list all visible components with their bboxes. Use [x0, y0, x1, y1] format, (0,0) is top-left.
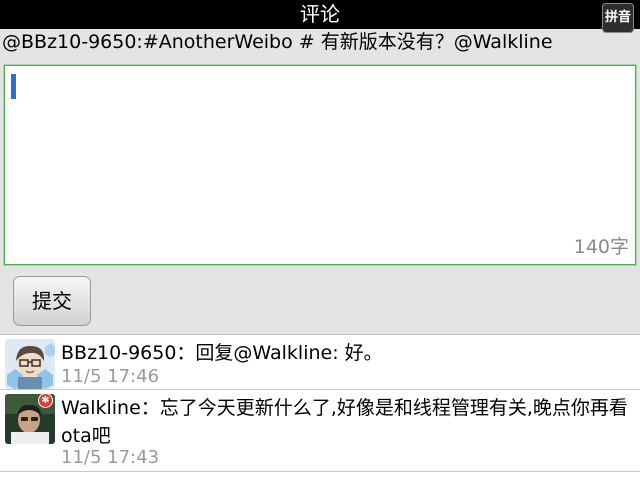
comment-text: Walkline：忘了今天更新什么了,好像是和线程管理有关,晚点你再看ota吧	[61, 397, 628, 447]
submit-button[interactable]: 提交	[13, 276, 91, 326]
list-item[interactable]: BBz10-9650：回复@Walkline: 好。 11/5 17:46	[0, 335, 640, 390]
title-bar: 评论	[0, 0, 640, 29]
pinyin-ime-button[interactable]: 拼音	[602, 3, 634, 33]
list-item[interactable]: ✱ Walkline：忘了今天更新什么了,好像是和线程管理有关,晚点你再看ota…	[0, 390, 640, 472]
comment-time: 11/5 17:46	[61, 366, 160, 387]
reply-context: @BBz10-9650:#AnotherWeibo # 有新版本没有？@Walk…	[2, 31, 553, 53]
comment-time: 11/5 17:43	[61, 447, 160, 468]
avatar	[5, 339, 55, 389]
char-counter: 140字	[573, 236, 629, 258]
comment-input[interactable]: 140字	[4, 65, 636, 265]
page-title: 评论	[300, 2, 340, 26]
weibo-badge-icon: ✱	[38, 393, 53, 408]
comment-text: BBz10-9650：回复@Walkline: 好。	[61, 342, 383, 364]
text-cursor	[11, 74, 16, 99]
comment-list[interactable]: BBz10-9650：回复@Walkline: 好。 11/5 17:46 ✱ …	[0, 334, 640, 480]
